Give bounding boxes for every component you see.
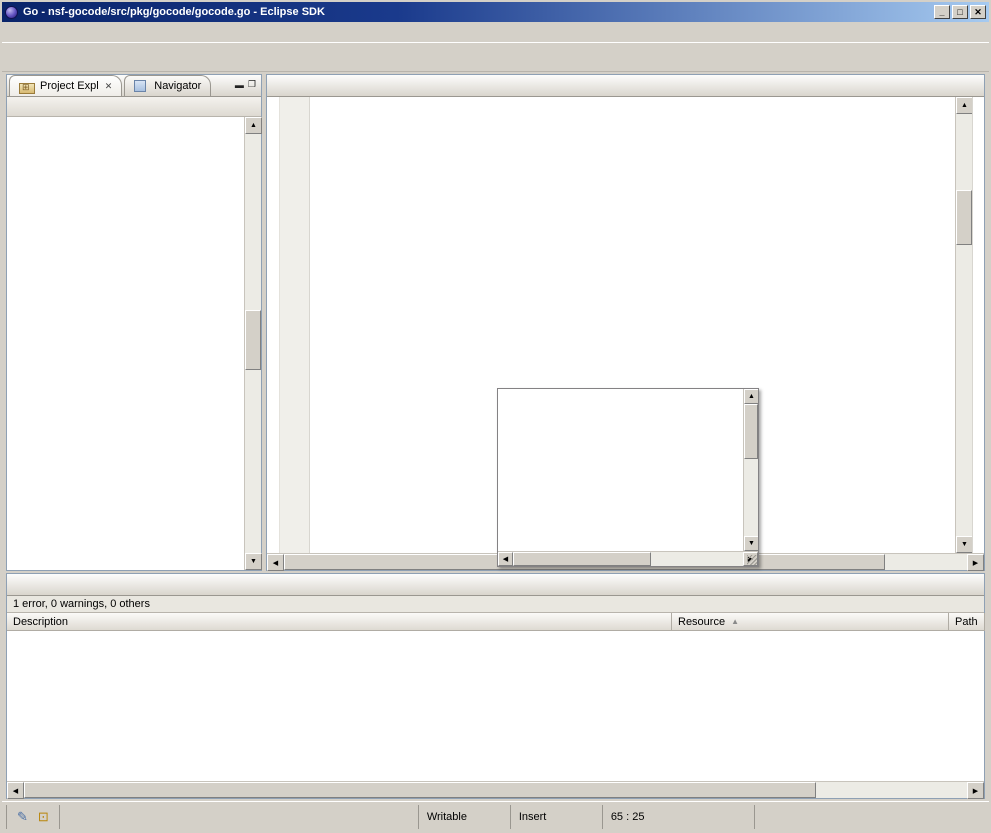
problems-table-body [7, 631, 984, 781]
fast-view-icon[interactable]: ✎ [17, 809, 28, 825]
annotation-icon[interactable]: ⊡ [38, 809, 49, 825]
project-explorer-panel: Project Expl ✕ Navigator ▬ ❐ ▲ ▼ [6, 74, 262, 571]
explorer-tab-row: Project Expl ✕ Navigator ▬ ❐ [7, 75, 261, 97]
scroll-up-icon[interactable]: ▲ [245, 117, 262, 134]
popup-vertical-scrollbar[interactable]: ▲ ▼ [743, 389, 758, 551]
scroll-down-icon[interactable]: ▼ [956, 536, 973, 553]
window-title: Go - nsf-gocode/src/pkg/gocode/gocode.go… [23, 6, 932, 18]
cursor-position-indicator: 65 : 25 [602, 805, 694, 829]
writable-indicator: Writable [418, 805, 510, 829]
main-toolbar [2, 42, 989, 72]
popup-horizontal-scrollbar[interactable]: ◀ ▶ [498, 551, 758, 566]
sort-ascending-icon: ▲ [731, 617, 739, 626]
insert-mode-indicator: Insert [510, 805, 602, 829]
editor-vertical-scrollbar[interactable]: ▲ ▼ [955, 97, 972, 553]
statusbar-divider [754, 805, 755, 829]
problems-summary: 1 error, 0 warnings, 0 others [7, 596, 984, 613]
scroll-right-icon[interactable]: ▶ [967, 554, 984, 571]
maximize-button[interactable]: □ [952, 5, 968, 19]
eclipse-logo-icon [5, 6, 18, 19]
main-area: Project Expl ✕ Navigator ▬ ❐ ▲ ▼ [2, 72, 989, 573]
scroll-down-icon[interactable]: ▼ [744, 536, 758, 551]
close-button[interactable]: ✕ [970, 5, 986, 19]
problems-table-header: Description Resource▲ Path [7, 613, 984, 631]
column-description[interactable]: Description [7, 613, 672, 631]
completion-list [498, 389, 743, 551]
project-explorer-icon [19, 79, 32, 93]
scroll-up-icon[interactable]: ▲ [956, 97, 973, 114]
annotation-ruler[interactable] [267, 97, 280, 553]
problems-tab-row [7, 574, 984, 596]
status-bar: ✎ ⊡ Writable Insert 65 : 25 [2, 801, 989, 831]
content-assist-popup: ▲ ▼ ◀ ▶ [497, 388, 759, 567]
tab-label: Project Expl [40, 80, 99, 92]
close-icon[interactable]: ✕ [105, 81, 113, 92]
tab-label: Navigator [154, 80, 201, 92]
editor-tab-row [267, 75, 984, 97]
scroll-down-icon[interactable]: ▼ [245, 553, 262, 570]
scroll-left-icon[interactable]: ◀ [267, 554, 284, 571]
minimize-button[interactable]: _ [934, 5, 950, 19]
column-resource[interactable]: Resource▲ [672, 613, 949, 631]
scroll-right-icon[interactable]: ▶ [967, 782, 984, 799]
popup-resize-grip[interactable] [747, 555, 757, 565]
scroll-left-icon[interactable]: ◀ [498, 552, 513, 566]
minimize-view-icon[interactable]: ▬ [235, 80, 244, 90]
problems-panel: 1 error, 0 warnings, 0 others Descriptio… [6, 573, 985, 799]
explorer-toolbar [7, 97, 261, 117]
tab-project-explorer[interactable]: Project Expl ✕ [9, 75, 122, 96]
menu-bar [2, 22, 989, 42]
tab-navigator[interactable]: Navigator [124, 75, 211, 96]
project-tree [7, 117, 244, 570]
maximize-view-icon[interactable]: ❐ [248, 79, 256, 90]
explorer-minmax: ▬ ❐ [235, 79, 261, 96]
title-bar[interactable]: Go - nsf-gocode/src/pkg/gocode/gocode.go… [2, 2, 989, 22]
scroll-up-icon[interactable]: ▲ [744, 389, 758, 404]
line-number-ruler[interactable] [280, 97, 310, 553]
tree-vertical-scrollbar[interactable]: ▲ ▼ [244, 117, 261, 570]
column-path[interactable]: Path [949, 613, 985, 631]
scroll-left-icon[interactable]: ◀ [7, 782, 24, 799]
statusbar-icons: ✎ ⊡ [6, 805, 60, 829]
overview-ruler[interactable] [972, 97, 984, 553]
problems-horizontal-scrollbar[interactable]: ◀ ▶ [7, 781, 984, 798]
eclipse-window: Go - nsf-gocode/src/pkg/gocode/gocode.go… [0, 0, 991, 833]
navigator-icon [134, 80, 146, 92]
